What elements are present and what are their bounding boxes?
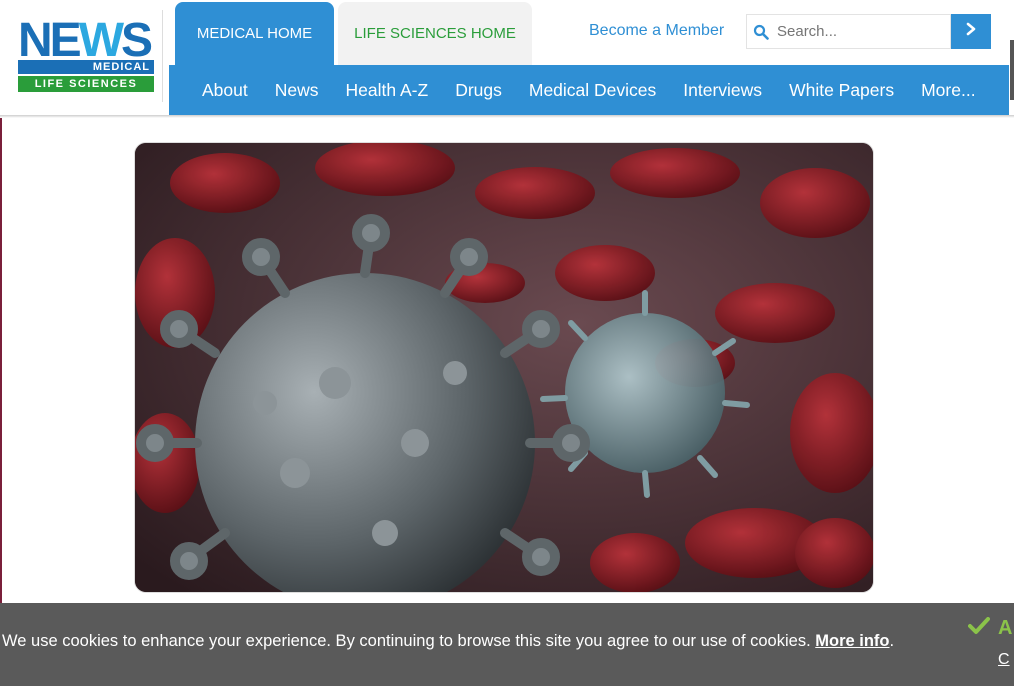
checkmark-icon xyxy=(968,617,990,640)
logo-medical: MEDICAL xyxy=(18,60,154,74)
nav-interviews[interactable]: Interviews xyxy=(683,80,762,101)
search-submit-button[interactable] xyxy=(951,14,991,49)
cookie-more-info-link[interactable]: More info xyxy=(815,632,889,650)
chevron-right-icon xyxy=(965,22,977,41)
cookie-message: We use cookies to enhance your experienc… xyxy=(2,632,895,650)
virus-illustration xyxy=(135,143,873,592)
become-member-link[interactable]: Become a Member xyxy=(589,22,724,40)
cookie-close-link[interactable]: C xyxy=(998,651,1010,669)
cookie-accept-label: A xyxy=(998,617,1013,639)
cookie-accept-button[interactable]: A xyxy=(968,617,1012,640)
nav-medical-devices[interactable]: Medical Devices xyxy=(529,80,656,101)
scrollbar-thumb[interactable] xyxy=(1010,40,1014,100)
nav-drugs[interactable]: Drugs xyxy=(455,80,502,101)
nav-health-a-z[interactable]: Health A-Z xyxy=(346,80,429,101)
header-shadow xyxy=(0,115,1014,118)
nav-news[interactable]: News xyxy=(275,80,319,101)
search-icon xyxy=(747,24,775,40)
cookie-banner: We use cookies to enhance your experienc… xyxy=(0,603,1014,686)
logo-wordmark: NEWS xyxy=(18,14,153,67)
main-nav: About News Health A-Z Drugs Medical Devi… xyxy=(169,65,1009,115)
nav-white-papers[interactable]: White Papers xyxy=(789,80,894,101)
logo-life-sciences: LIFE SCIENCES xyxy=(18,76,154,92)
nav-about[interactable]: About xyxy=(202,80,248,101)
site-header: NEWS MEDICAL LIFE SCIENCES MEDICAL HOME … xyxy=(0,0,1014,116)
tab-medical-home[interactable]: MEDICAL HOME xyxy=(175,2,334,65)
search-input[interactable] xyxy=(775,22,949,41)
nav-more[interactable]: More... xyxy=(921,80,975,101)
tab-life-sciences-home[interactable]: LIFE SCIENCES HOME xyxy=(338,2,532,65)
site-logo[interactable]: NEWS MEDICAL LIFE SCIENCES xyxy=(10,10,163,102)
search-box xyxy=(746,14,951,49)
hero-image xyxy=(134,142,874,593)
search-form xyxy=(746,14,991,49)
